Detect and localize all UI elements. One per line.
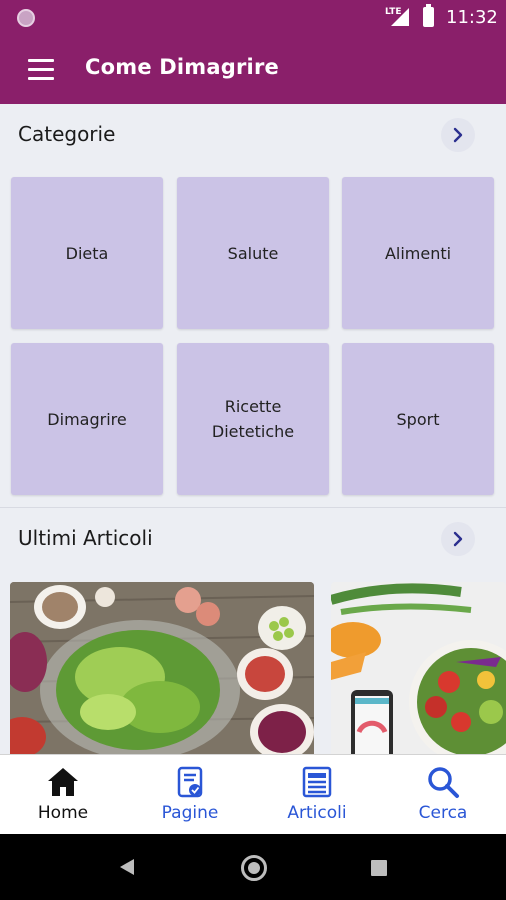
article-card[interactable]: [331, 582, 506, 754]
pages-icon: [177, 766, 203, 798]
category-tile-ricette-dietetiche[interactable]: Ricette Dietetiche: [177, 343, 329, 495]
categories-header: Categorie: [0, 104, 506, 164]
recents-icon[interactable]: [371, 860, 387, 876]
search-icon: [428, 767, 459, 798]
app-notification-icon: [17, 9, 35, 27]
app-title: Come Dimagrire: [85, 55, 279, 79]
category-tile-salute[interactable]: Salute: [177, 177, 329, 329]
category-tile-dimagrire[interactable]: Dimagrire: [11, 343, 163, 495]
category-label: Dieta: [65, 243, 109, 263]
category-label: Dimagrire: [47, 409, 127, 429]
back-icon[interactable]: [119, 858, 135, 876]
category-label: Salute: [227, 243, 279, 263]
bottom-navigation: Home Pagine Articoli Cerca: [0, 754, 506, 834]
chevron-right-icon: [453, 531, 463, 547]
categories-more-button[interactable]: [441, 118, 475, 152]
articles-title: Ultimi Articoli: [18, 526, 153, 550]
category-label: Alimenti: [384, 243, 452, 263]
nav-cerca-label: Cerca: [418, 803, 468, 823]
nav-articoli[interactable]: Articoli: [254, 755, 380, 835]
category-tile-sport[interactable]: Sport: [342, 343, 494, 495]
status-bar: LTE 11:32: [0, 0, 506, 36]
diet-salad-and-phone-photo: [331, 582, 506, 754]
category-tile-alimenti[interactable]: Alimenti: [342, 177, 494, 329]
nav-pagine[interactable]: Pagine: [127, 755, 253, 835]
nav-home[interactable]: Home: [0, 755, 126, 835]
category-tile-dieta[interactable]: Dieta: [11, 177, 163, 329]
articles-icon: [302, 766, 332, 798]
status-time: 11:32: [446, 7, 498, 28]
battery-icon: [423, 4, 434, 27]
chevron-right-icon: [453, 127, 463, 143]
app-bar: Come Dimagrire: [0, 36, 506, 104]
home-circle-icon[interactable]: [241, 855, 267, 881]
nav-articoli-label: Articoli: [287, 803, 347, 823]
nav-home-label: Home: [37, 803, 89, 823]
categories-title: Categorie: [18, 122, 116, 146]
articles-more-button[interactable]: [441, 522, 475, 556]
article-card[interactable]: [10, 582, 314, 754]
articles-header: Ultimi Articoli: [0, 508, 506, 568]
home-icon: [48, 768, 78, 796]
hamburger-menu-icon[interactable]: [28, 57, 56, 81]
system-navigation-bar: [0, 834, 506, 900]
category-label: Ricette Dietetiche: [211, 397, 295, 441]
signal-icon: [391, 8, 409, 26]
category-label: Sport: [396, 409, 440, 429]
nav-cerca[interactable]: Cerca: [380, 755, 506, 835]
salad-ingredients-photo: [10, 582, 314, 754]
nav-pagine-label: Pagine: [161, 803, 219, 823]
